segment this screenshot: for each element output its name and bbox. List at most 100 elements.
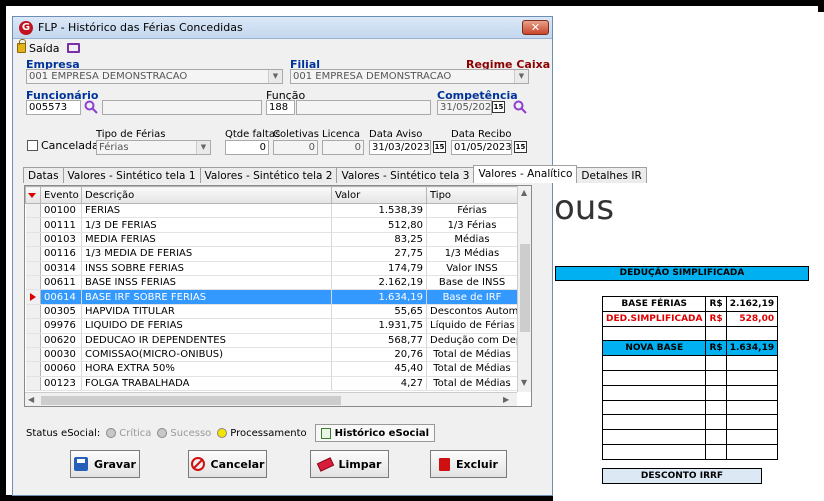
tab-sintetico-3[interactable]: Valores - Sintético tela 3 — [336, 167, 475, 183]
exit-toolbar[interactable]: Saída — [17, 39, 80, 56]
funcionario-code-input[interactable]: 005573 — [26, 100, 81, 115]
row-indicator[interactable] — [25, 261, 41, 276]
table-row[interactable]: 00111 1/3 DE FERIAS 512,80 1/3 Férias — [25, 217, 518, 233]
empresa-value: 001 EMPRESA DEMONSTRACAO — [29, 71, 188, 82]
save-icon — [74, 457, 89, 471]
competencia-input[interactable]: 31/05/2023 — [437, 100, 492, 115]
row-indicator[interactable] — [25, 318, 41, 334]
filial-value: 001 EMPRESA DEMONSTRACAO — [293, 71, 452, 82]
calendar-icon[interactable]: 15 — [492, 101, 505, 113]
scroll-down-icon[interactable]: ▼ — [521, 378, 527, 387]
sheet-deduction-table: BASE FÉRIAS R$ 2.162,19 DED.SIMPLIFICADA… — [601, 296, 779, 460]
gravar-button[interactable]: Gravar — [70, 450, 140, 478]
table-row[interactable]: 00305 HAPVIDA TITULAR 55,65 Descontos Autom… — [25, 304, 518, 320]
sheet-currency: R$ — [705, 340, 727, 357]
table-row[interactable]: 00030 COMISSAO(MICRO-ONIBUS) 20,76 Total de… — [25, 347, 518, 363]
table-row[interactable]: 00100 FERIAS 1.538,39 Férias — [25, 203, 518, 219]
sheet-footer-label: DESCONTO IRRF — [602, 468, 762, 484]
row-indicator[interactable] — [25, 333, 41, 348]
title-bar[interactable]: G FLP - Histórico das Férias Concedidas … — [13, 17, 552, 39]
historico-esocial-button[interactable]: Histórico eSocial — [314, 424, 436, 442]
sucesso-radio[interactable] — [157, 428, 168, 438]
calendar-icon[interactable]: 15 — [514, 141, 527, 153]
col-header-evento[interactable]: Evento — [40, 186, 82, 204]
cancelar-button[interactable]: Cancelar — [188, 450, 267, 478]
table-row-selected[interactable]: 00614 BASE IRF SOBRE FERIAS 1.634,19 Base d… — [25, 289, 518, 305]
row-indicator[interactable] — [25, 347, 41, 363]
tipo-ferias-label: Tipo de Férias — [96, 129, 166, 140]
table-row[interactable]: 00620 DEDUCAO IR DEPENDENTES 568,77 Dedução… — [25, 333, 518, 348]
data-recibo-input[interactable]: 01/05/2023 — [451, 140, 512, 155]
row-indicator[interactable] — [25, 217, 41, 233]
table-row[interactable]: 00611 BASE INSS FERIAS 2.162,19 Base de INS… — [25, 275, 518, 291]
table-row[interactable]: 00314 INSS SOBRE FERIAS 174,79 Valor INSS — [25, 261, 518, 276]
cell-descricao: BASE IRF SOBRE FERIAS — [81, 289, 332, 305]
col-header-tipo[interactable]: Tipo — [426, 186, 518, 204]
row-indicator[interactable] — [25, 376, 41, 392]
row-indicator[interactable] — [25, 289, 41, 305]
historico-esocial-label: Histórico eSocial — [334, 427, 430, 439]
row-indicator[interactable] — [25, 361, 41, 377]
coletivas-input[interactable]: 0 — [273, 140, 318, 155]
scroll-left-icon[interactable]: ◀ — [28, 395, 34, 404]
critica-radio[interactable] — [106, 428, 117, 438]
horizontal-scroll-thumb[interactable] — [41, 396, 341, 405]
search-icon[interactable] — [84, 100, 98, 114]
tab-detalhes-ir[interactable]: Detalhes IR — [576, 167, 647, 183]
table-row[interactable]: 00116 1/3 MEDIA DE FERIAS 27,75 1/3 Médias — [25, 246, 518, 262]
background-partial-text: ous — [554, 188, 615, 228]
table-row[interactable]: 00103 MEDIA FERIAS 83,25 Médias — [25, 232, 518, 248]
grid-body: 00100 FERIAS 1.538,39 Férias 00111 1/3 DE FE… — [25, 203, 518, 392]
empresa-select[interactable]: 001 EMPRESA DEMONSTRACAO ▼ — [26, 69, 283, 84]
tab-sintetico-2[interactable]: Valores - Sintético tela 2 — [199, 167, 338, 183]
excluir-button[interactable]: Excluir — [430, 450, 507, 478]
search-icon[interactable] — [513, 100, 527, 114]
sucesso-label: Sucesso — [170, 427, 212, 439]
calendar-icon[interactable]: 15 — [433, 141, 446, 153]
cell-valor: 174,79 — [331, 261, 427, 276]
chevron-down-icon[interactable]: ▼ — [268, 70, 282, 83]
exit-label[interactable]: Saída — [29, 42, 60, 55]
cell-descricao: FOLGA TRABALHADA — [81, 376, 332, 392]
table-row[interactable]: 09976 LIQUIDO DE FERIAS 1.931,75 Líquido de… — [25, 318, 518, 334]
row-indicator[interactable] — [25, 246, 41, 262]
qtde-faltas-input[interactable]: 0 — [225, 140, 269, 155]
row-indicator[interactable] — [25, 232, 41, 248]
table-row[interactable]: 00060 HORA EXTRA 50% 45,40 Total de Médias — [25, 361, 518, 377]
app-logo-icon: G — [19, 21, 33, 35]
monitor-icon[interactable] — [66, 43, 80, 53]
sort-indicator-icon — [28, 192, 36, 198]
qtde-faltas-label: Qtde faltas — [225, 129, 281, 140]
funcao-code-field[interactable]: 188 — [266, 100, 295, 115]
cell-valor: 45,40 — [331, 361, 427, 377]
tipo-ferias-select[interactable]: Férias ▼ — [96, 140, 211, 155]
table-row[interactable]: 00123 FOLGA TRABALHADA 4,27 Total de Médias — [25, 376, 518, 392]
tab-sintetico-1[interactable]: Valores - Sintético tela 1 — [62, 167, 201, 183]
data-aviso-input[interactable]: 31/03/2023 — [369, 140, 431, 155]
scroll-up-icon[interactable]: ▲ — [521, 188, 527, 197]
limpar-button[interactable]: Limpar — [310, 450, 389, 478]
tab-analitico[interactable]: Valores - Analítico — [473, 165, 578, 183]
filial-select[interactable]: 001 EMPRESA DEMONSTRACAO ▼ — [290, 69, 529, 84]
tab-datas[interactable]: Datas — [23, 167, 64, 183]
row-indicator[interactable] — [25, 304, 41, 320]
row-indicator[interactable] — [25, 203, 41, 219]
licenca-input[interactable]: 0 — [322, 140, 364, 155]
cell-tipo: Líquido de Férias — [426, 318, 518, 334]
chevron-down-icon[interactable]: ▼ — [514, 70, 528, 83]
horizontal-scrollbar[interactable]: ◀ ▶ — [25, 392, 517, 406]
vertical-scrollbar[interactable]: ▲ ▼ — [517, 186, 531, 392]
cancelada-checkbox[interactable] — [27, 140, 38, 151]
processamento-radio[interactable] — [217, 428, 228, 438]
vertical-scroll-thumb[interactable] — [520, 244, 530, 332]
row-indicator[interactable] — [25, 275, 41, 291]
cell-descricao: DEDUCAO IR DEPENDENTES — [81, 333, 332, 348]
col-header-valor[interactable]: Valor — [331, 186, 427, 204]
sheet-footer: DESCONTO IRRF — [602, 468, 762, 484]
sheet-currency: R$ — [705, 296, 727, 312]
col-header-descricao[interactable]: Descrição — [81, 186, 332, 204]
chevron-down-icon[interactable]: ▼ — [196, 141, 210, 154]
scroll-right-icon[interactable]: ▶ — [503, 395, 509, 404]
cell-tipo: Base de INSS — [426, 275, 518, 291]
close-button[interactable]: ✕ — [522, 20, 549, 35]
